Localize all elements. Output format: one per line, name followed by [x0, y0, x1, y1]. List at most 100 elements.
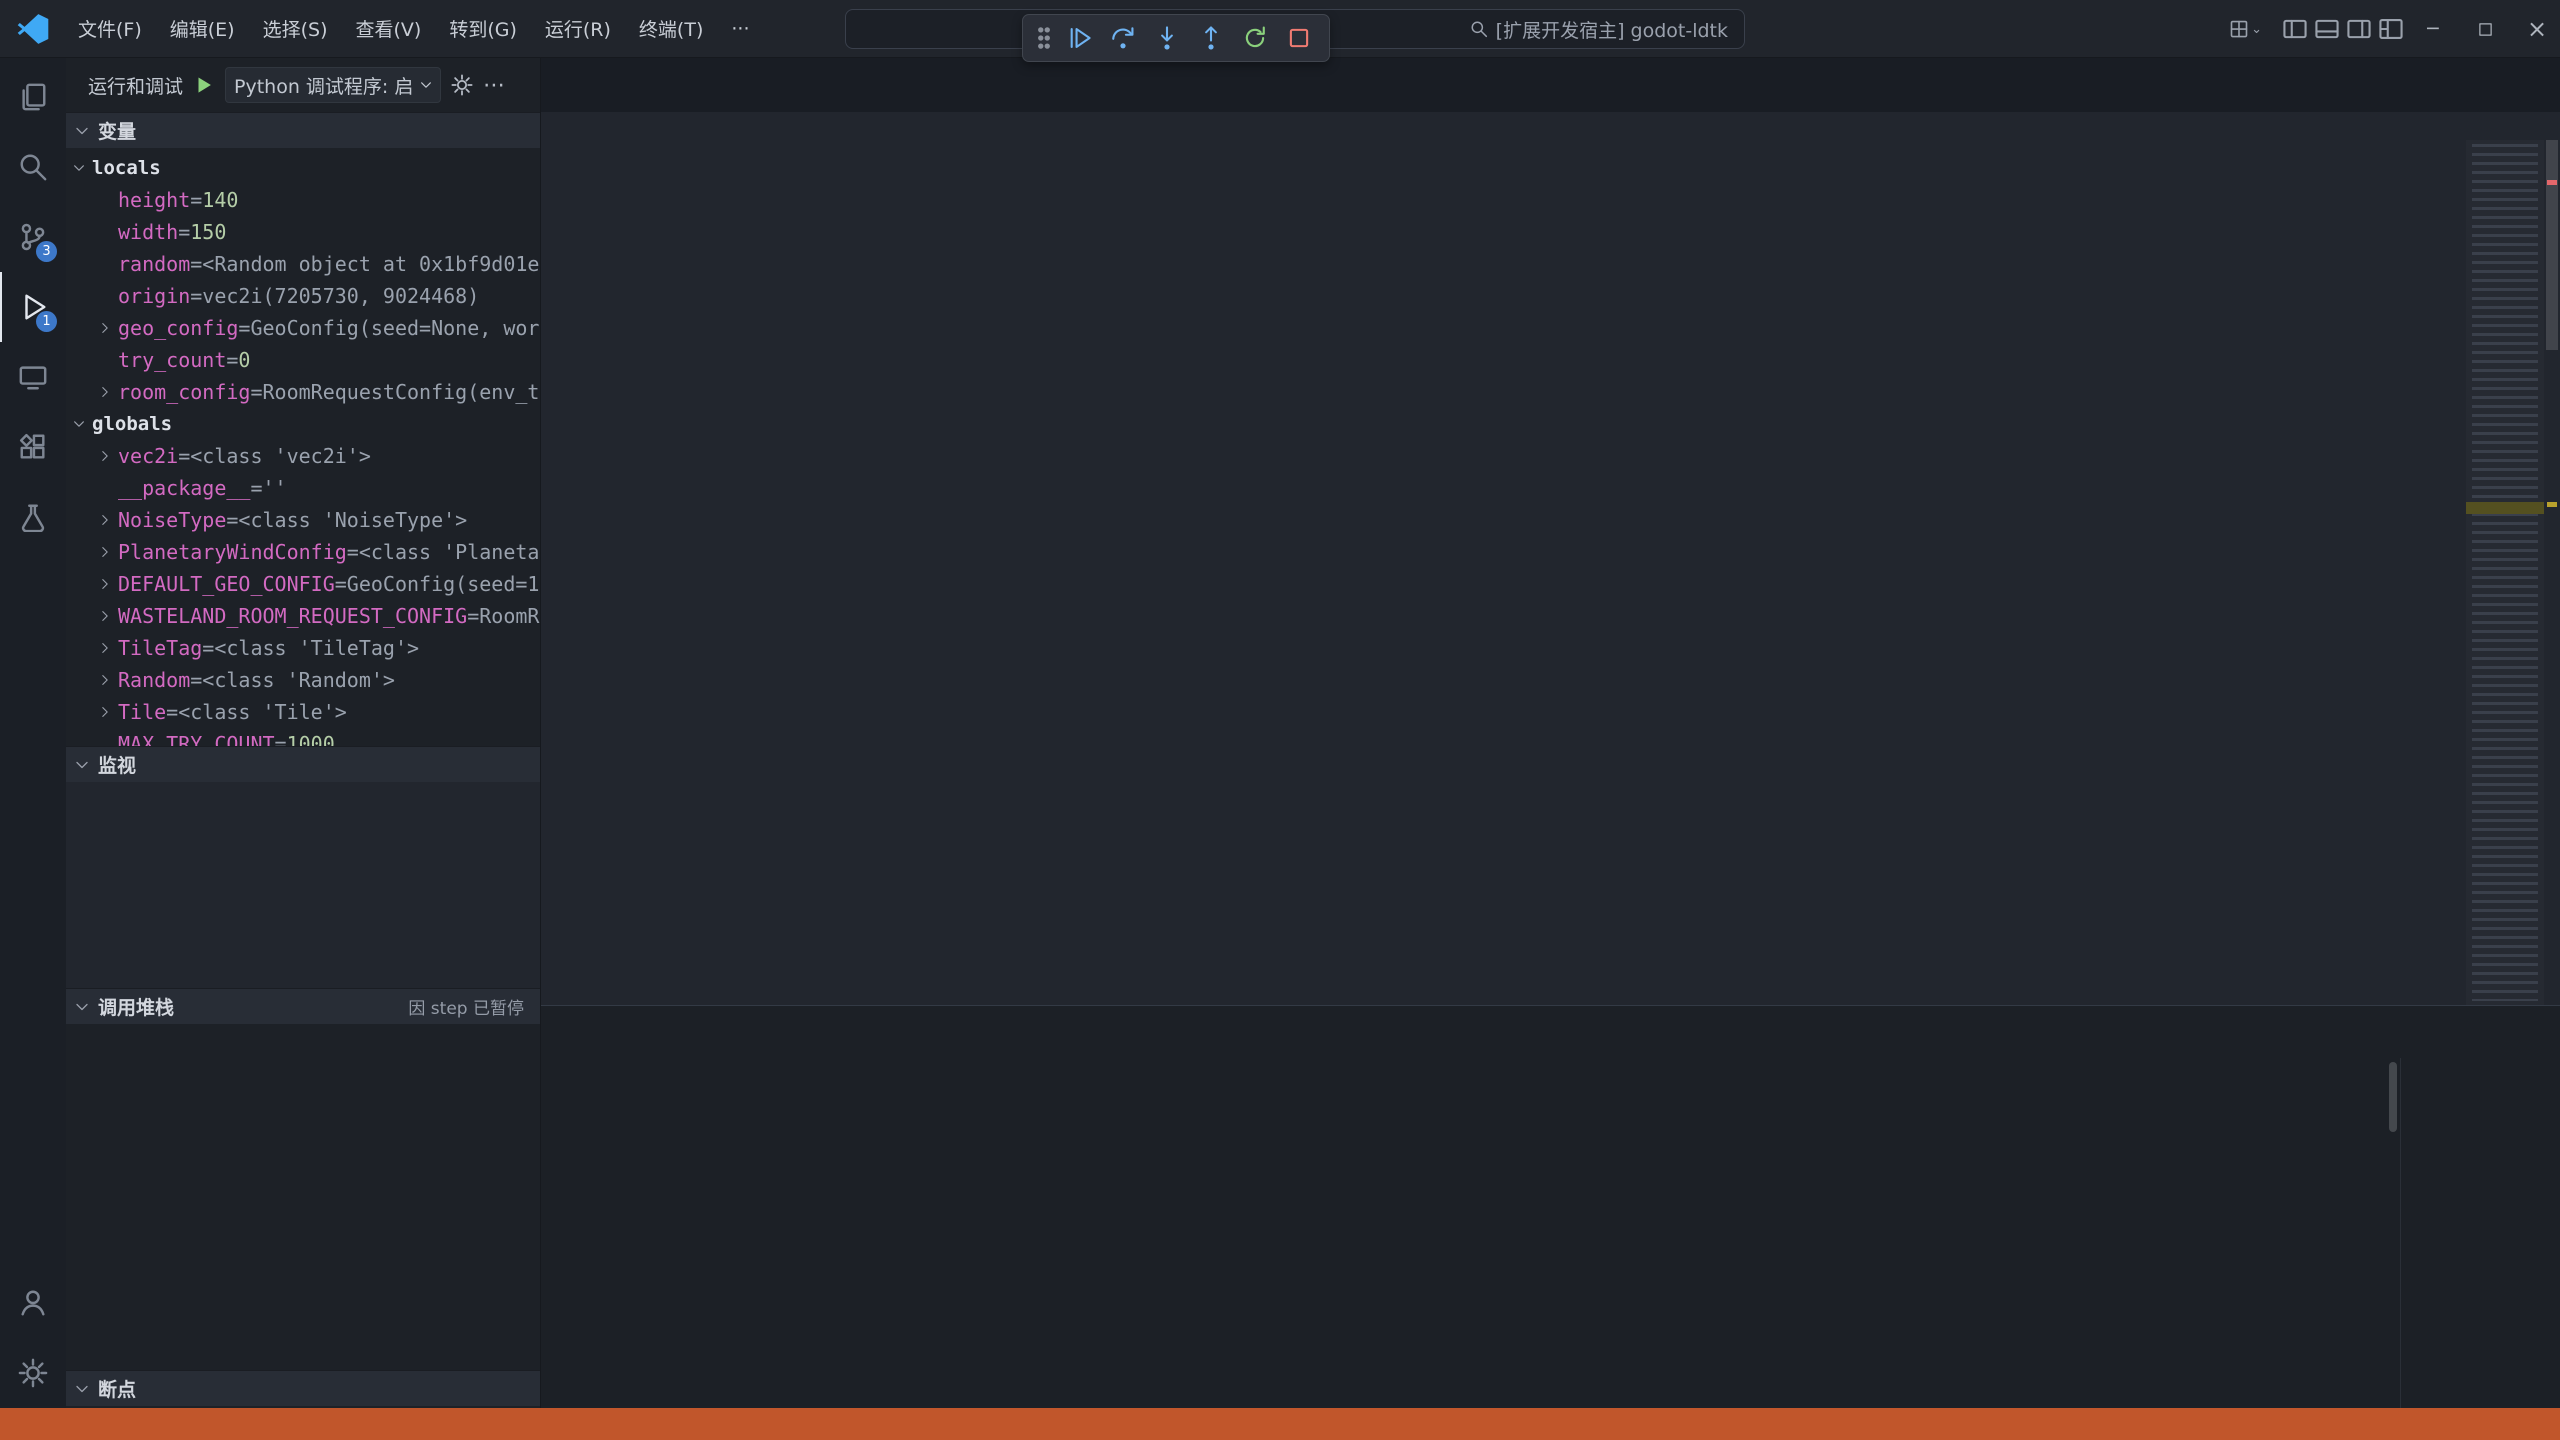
menu-item[interactable]: 运行(R): [531, 9, 625, 48]
extensions-icon: [18, 432, 48, 462]
variables-section-header[interactable]: 变量: [66, 112, 540, 148]
activity-extensions-button[interactable]: [0, 412, 66, 482]
search-icon: [1470, 20, 1488, 38]
toggle-panel-icon[interactable]: [2314, 16, 2340, 42]
debug-restart-button[interactable]: [1235, 18, 1275, 58]
variable-row[interactable]: MAX_TRY_COUNT = 1000: [66, 728, 540, 746]
variables-title: 变量: [98, 117, 136, 144]
activity-account-button[interactable]: [0, 1268, 66, 1338]
toggle-sidebar-icon[interactable]: [2282, 16, 2308, 42]
variables-scope-locals[interactable]: locals: [66, 152, 540, 184]
editor-scrollbar[interactable]: [2544, 140, 2560, 1005]
step-over-icon: [1110, 25, 1136, 51]
variable-row[interactable]: geo_config = GeoConfig(seed=None, wor…: [66, 312, 540, 344]
variable-row[interactable]: PlanetaryWindConfig = <class 'Planeta…: [66, 536, 540, 568]
workspace-switch-icon[interactable]: ⌄: [2229, 19, 2262, 39]
variable-value: 140: [202, 188, 238, 212]
variable-value: 1000: [287, 732, 335, 746]
menu-item[interactable]: 查看(V): [342, 9, 436, 48]
terminal-scrollbar[interactable]: [2386, 1058, 2400, 1408]
window-minimize-icon[interactable]: ─: [2410, 0, 2456, 58]
chevron-right-icon: [92, 668, 118, 692]
debug-step-over-button[interactable]: [1103, 18, 1143, 58]
variable-row[interactable]: try_count = 0: [66, 344, 540, 376]
equals: =: [190, 668, 202, 692]
code-editor[interactable]: [541, 140, 2560, 1005]
debug-sidebar: 运行和调试 Python 调试程序: 启 ⋯ 变量 localsheight =…: [66, 58, 541, 1408]
terminal-output[interactable]: [541, 1058, 2386, 1408]
variable-row[interactable]: random = <Random object at 0x1bf9d01e…: [66, 248, 540, 280]
chevright-icon: [98, 449, 112, 463]
chevright-icon: [98, 385, 112, 399]
bottom-panel: [541, 1005, 2560, 1408]
variable-row[interactable]: origin = vec2i(7205730, 9024468): [66, 280, 540, 312]
variable-row[interactable]: Random = <class 'Random'>: [66, 664, 540, 696]
equals: =: [166, 700, 178, 724]
variable-name: Tile: [118, 700, 166, 724]
toggle-secondary-sidebar-icon[interactable]: [2346, 16, 2372, 42]
debug-continue-button[interactable]: [1059, 18, 1099, 58]
variable-value: '': [263, 476, 287, 500]
chevron-right-icon: [92, 572, 118, 596]
menu-item[interactable]: ···: [717, 12, 763, 46]
variable-row[interactable]: room_config = RoomRequestConfig(env_t…: [66, 376, 540, 408]
variable-row[interactable]: width = 150: [66, 216, 540, 248]
activity-scm-button[interactable]: 3: [0, 202, 66, 272]
breakpoints-section-header[interactable]: 断点: [66, 1370, 540, 1406]
callstack-frames: [66, 1024, 540, 1096]
activity-debug-button[interactable]: 1: [0, 272, 66, 342]
start-debug-button[interactable]: [193, 74, 215, 96]
variable-row[interactable]: WASTELAND_ROOM_REQUEST_CONFIG = RoomR…: [66, 600, 540, 632]
variable-name: NoiseType: [118, 508, 226, 532]
activity-files-button[interactable]: [0, 62, 66, 132]
debug-settings-gear-icon[interactable]: [451, 74, 473, 96]
scope-name: globals: [92, 413, 172, 435]
debug-step-out-button[interactable]: [1191, 18, 1231, 58]
debug-config-dropdown[interactable]: Python 调试程序: 启: [225, 67, 441, 103]
debug-stop-button[interactable]: [1279, 18, 1319, 58]
activity-search-button[interactable]: [0, 132, 66, 202]
activity-testing-button[interactable]: [0, 482, 66, 552]
debug-grip-button: [1033, 18, 1055, 58]
chevron-right-icon: [92, 540, 118, 564]
files-icon: [18, 82, 48, 112]
debug-step-into-button[interactable]: [1147, 18, 1187, 58]
search-icon: [18, 152, 48, 182]
menu-item[interactable]: 文件(F): [64, 9, 156, 48]
variable-row[interactable]: NoiseType = <class 'NoiseType'>: [66, 504, 540, 536]
callstack-section-header[interactable]: 调用堆栈 因 step 已暂停: [66, 988, 540, 1024]
equals: =: [275, 732, 287, 746]
callstack-title: 调用堆栈: [98, 993, 174, 1020]
menu-item[interactable]: 编辑(E): [156, 9, 249, 48]
variable-row[interactable]: TileTag = <class 'TileTag'>: [66, 632, 540, 664]
continue-icon: [1066, 25, 1092, 51]
variable-value: <class 'vec2i'>: [190, 444, 371, 468]
customize-layout-icon[interactable]: [2378, 16, 2404, 42]
chevron-right-icon: [92, 316, 118, 340]
breakpoints-list: [66, 1406, 540, 1408]
window-maximize-icon[interactable]: [2462, 0, 2508, 58]
vscode-logo-icon: [16, 12, 50, 46]
equals: =: [202, 636, 214, 660]
equals: =: [347, 540, 359, 564]
equals: =: [250, 476, 262, 500]
variable-row[interactable]: __package__ = '': [66, 472, 540, 504]
minimap[interactable]: [2466, 140, 2544, 1005]
variable-row[interactable]: Tile = <class 'Tile'>: [66, 696, 540, 728]
window-close-icon[interactable]: ×: [2514, 0, 2560, 58]
variable-row[interactable]: vec2i = <class 'vec2i'>: [66, 440, 540, 472]
chevright-icon: [98, 673, 112, 687]
watch-title: 监视: [98, 751, 136, 778]
variable-row[interactable]: DEFAULT_GEO_CONFIG = GeoConfig(seed=1…: [66, 568, 540, 600]
watch-section-header[interactable]: 监视: [66, 746, 540, 782]
chevron-down-icon: [74, 757, 90, 773]
more-actions-icon[interactable]: ⋯: [483, 73, 505, 98]
activity-gear-button[interactable]: [0, 1338, 66, 1408]
activity-remote-button[interactable]: [0, 342, 66, 412]
menu-item[interactable]: 选择(S): [249, 9, 342, 48]
variable-row[interactable]: height = 140: [66, 184, 540, 216]
chevron-right-icon: [92, 700, 118, 724]
variables-scope-globals[interactable]: globals: [66, 408, 540, 440]
menu-item[interactable]: 终端(T): [625, 9, 717, 48]
menu-item[interactable]: 转到(G): [435, 9, 531, 48]
